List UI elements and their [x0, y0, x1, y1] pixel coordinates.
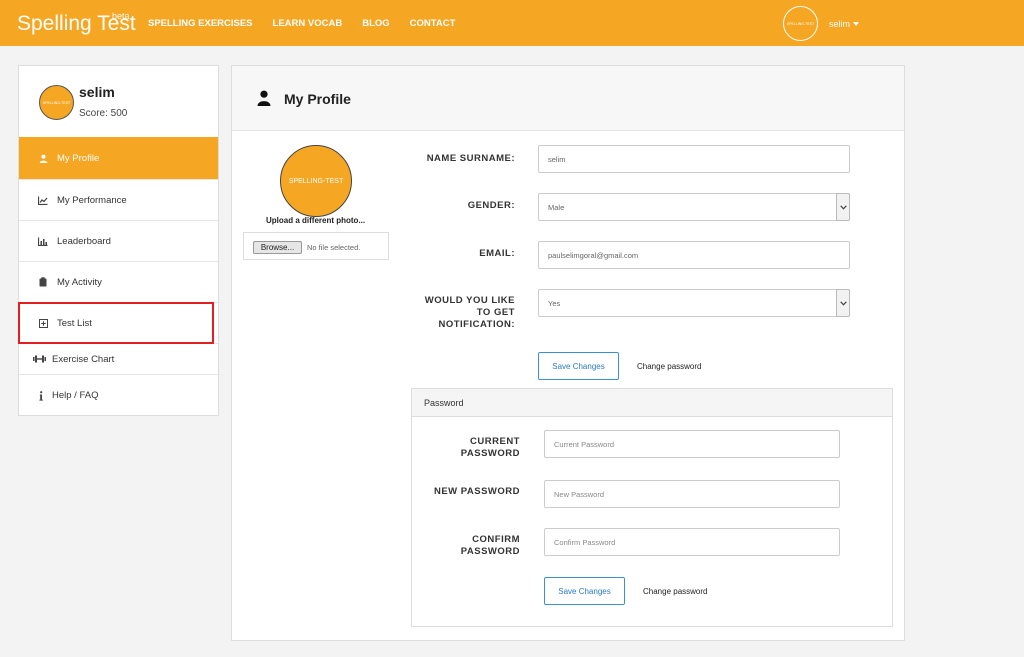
notification-select[interactable]: Yes [538, 289, 850, 317]
photo-file-input[interactable]: Browse... No file selected. [243, 232, 389, 260]
avatar: SPELLING-TEST [39, 85, 74, 120]
avatar-text: SPELLING-TEST [42, 100, 71, 105]
chevron-down-icon [836, 289, 850, 317]
confirm-password-label-line-2: PASSWORD [460, 546, 520, 557]
user-icon [257, 90, 271, 106]
sidebar-item-label: Leaderboard [57, 235, 111, 247]
profile-sidebar: SPELLING-TEST selim Score: 500 My Profil… [18, 65, 219, 416]
save-password-button[interactable]: Save Changes [544, 577, 625, 605]
gender-value: Male [548, 202, 565, 212]
sidebar-item-exercise-chart[interactable]: Exercise Chart [19, 343, 218, 374]
sidebar-item-label: Test List [57, 317, 92, 329]
panel-header: My Profile [232, 66, 904, 131]
top-navbar: Spelling Test beta SPELLING EXERCISES LE… [0, 0, 1024, 46]
file-status: No file selected. [307, 243, 361, 252]
password-panel: Password CURRENT PASSWORD Current Passwo… [411, 388, 893, 627]
password-panel-header: Password [412, 389, 892, 417]
password-panel-title: Password [424, 398, 464, 408]
info-icon [38, 390, 44, 401]
clipboard-icon [38, 277, 48, 287]
profile-photo-text: SPELLING-TEST [288, 177, 344, 185]
page-title: My Profile [284, 91, 351, 107]
sidebar-item-help-faq[interactable]: Help / FAQ [19, 374, 218, 416]
nav-username: selim [829, 19, 851, 29]
gender-label: GENDER: [467, 200, 515, 211]
bar-chart-icon [38, 236, 48, 246]
upload-photo-label: Upload a different photo... [266, 216, 366, 225]
sidebar-item-label: Help / FAQ [52, 390, 99, 401]
sidebar-score: Score: 500 [79, 108, 128, 119]
notification-label-line-1: WOULD YOU LIKE [424, 295, 515, 306]
sidebar-user-header: SPELLING-TEST selim Score: 500 [19, 66, 218, 137]
gender-select[interactable]: Male [538, 193, 850, 221]
new-password-field[interactable]: New Password [544, 480, 840, 508]
nav-learn-vocab[interactable]: LEARN VOCAB [273, 18, 343, 30]
change-password-link[interactable]: Change password [637, 362, 701, 371]
sidebar-item-leaderboard[interactable]: Leaderboard [19, 220, 218, 261]
sidebar-item-my-activity[interactable]: My Activity [19, 261, 218, 302]
profile-panel: My Profile SPELLING-TEST Upload a differ… [231, 65, 905, 641]
nav-avatar[interactable]: SPELLING-TEST [783, 6, 818, 41]
current-password-label-line-2: PASSWORD [460, 448, 520, 459]
nav-spelling-exercises[interactable]: SPELLING EXERCISES [148, 18, 253, 30]
sidebar-item-my-performance[interactable]: My Performance [19, 179, 218, 220]
notification-value: Yes [548, 298, 561, 308]
line-chart-icon [38, 195, 48, 205]
main-nav: SPELLING EXERCISES LEARN VOCAB BLOG CONT… [148, 18, 475, 30]
sidebar-username: selim [79, 84, 115, 100]
nav-contact[interactable]: CONTACT [410, 18, 456, 30]
dumbbell-icon [33, 354, 46, 364]
user-icon [38, 153, 48, 163]
new-password-label: NEW PASSWORD [433, 486, 520, 497]
browse-button[interactable]: Browse... [253, 241, 302, 254]
change-password-link[interactable]: Change password [643, 587, 707, 596]
email-field[interactable]: paulselimgoral@gmail.com [538, 241, 850, 269]
beta-badge: beta [112, 11, 130, 21]
email-label: EMAIL: [479, 248, 515, 259]
sidebar-item-label: My Activity [57, 276, 102, 288]
notification-label-line-2: TO GET [476, 307, 515, 318]
confirm-password-field[interactable]: Confirm Password [544, 528, 840, 556]
plus-square-icon [38, 318, 48, 328]
sidebar-item-test-list[interactable]: Test List [19, 302, 218, 343]
profile-photo: SPELLING-TEST [280, 145, 352, 217]
sidebar-item-my-profile[interactable]: My Profile [19, 137, 218, 179]
notification-label-line-3: NOTIFICATION: [438, 319, 515, 330]
confirm-password-label-line-1: CONFIRM [472, 534, 520, 545]
nav-avatar-text: SPELLING-TEST [786, 21, 815, 26]
save-changes-button[interactable]: Save Changes [538, 352, 619, 380]
current-password-label-line-1: CURRENT [470, 436, 520, 447]
current-password-field[interactable]: Current Password [544, 430, 840, 458]
chevron-down-icon [836, 193, 850, 221]
sidebar-item-label: My Performance [57, 194, 127, 206]
user-menu-toggle[interactable]: selim [829, 18, 860, 30]
nav-blog[interactable]: BLOG [362, 18, 389, 30]
name-field[interactable]: selim [538, 145, 850, 173]
sidebar-item-label: My Profile [57, 152, 100, 164]
caret-down-icon [853, 22, 860, 26]
sidebar-item-label: Exercise Chart [52, 353, 115, 365]
name-label: NAME SURNAME: [426, 153, 515, 164]
